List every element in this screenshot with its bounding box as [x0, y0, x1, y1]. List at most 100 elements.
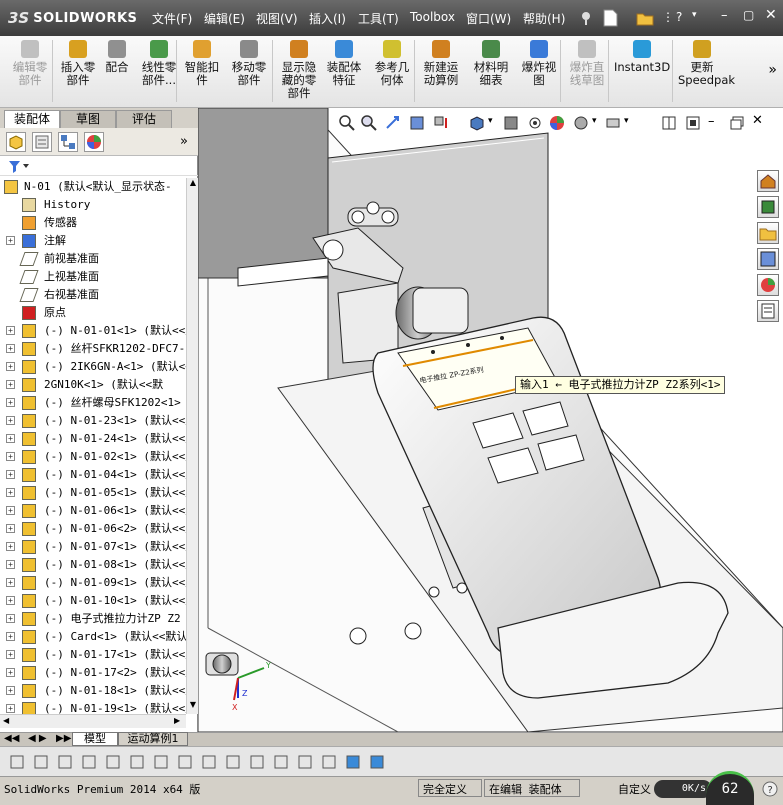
tree-item[interactable]: + (-) N-01-18<1> (默认<<默 [0, 682, 186, 700]
ribbon-button-13[interactable]: Instant3D [614, 40, 670, 74]
help-question-icon[interactable]: ? [676, 10, 682, 24]
tree-item[interactable]: 上视基准面 [0, 268, 186, 286]
status-custom[interactable]: 自定义 [618, 781, 651, 797]
tree-item[interactable]: + (-) N-01-19<1> (默认<<默 [0, 700, 186, 714]
rectangle-icon[interactable] [104, 753, 122, 771]
expand-toggle-icon[interactable]: + [6, 578, 15, 587]
expand-toggle-icon[interactable]: + [6, 488, 15, 497]
ribbon-button-10[interactable]: 材料明 细表 [469, 40, 513, 87]
ribbon-button-7[interactable]: 装配体 特征 [323, 40, 365, 87]
tree-item[interactable]: + (-) N-01-09<1> (默认<<默 [0, 574, 186, 592]
viewport-close-icon[interactable]: ✕ [752, 113, 763, 128]
solidworks-logo[interactable]: 3S SOLIDWORKS [8, 6, 137, 30]
menu-toolbox[interactable]: Toolbox [410, 10, 455, 24]
ribbon-button-0[interactable]: 编辑零 部件 [8, 40, 52, 87]
display-manager-icon[interactable] [84, 132, 104, 152]
smart-dimension-icon[interactable] [296, 753, 314, 771]
arc-icon[interactable] [128, 753, 146, 771]
tree-item[interactable]: 右视基准面 [0, 286, 186, 304]
zoom-to-fit-icon[interactable] [338, 114, 356, 132]
chevron-down-icon[interactable]: ▾ [488, 116, 493, 126]
options-icon[interactable]: ⋮ [662, 10, 674, 24]
tree-item[interactable]: + (-) N-01-01<1> (默认<<默 [0, 322, 186, 340]
tree-item[interactable]: 原点 [0, 304, 186, 322]
view-settings-icon[interactable] [604, 114, 622, 132]
menu-help[interactable]: 帮助(H) [523, 10, 565, 27]
help-icon[interactable]: ? [762, 781, 778, 797]
ribbon-button-11[interactable]: 爆炸视图 [519, 40, 559, 87]
tree-item[interactable]: + (-) N-01-17<2> (默认<<默 [0, 664, 186, 682]
expand-toggle-icon[interactable]: + [6, 326, 15, 335]
spline-icon[interactable] [56, 753, 74, 771]
ribbon-more-icon[interactable]: » [768, 62, 777, 78]
offset-icon[interactable] [176, 753, 194, 771]
expand-toggle-icon[interactable]: + [6, 524, 15, 533]
tree-item[interactable]: +2GN10K<1> (默认<<默 [0, 376, 186, 394]
expand-toggle-icon[interactable]: + [6, 686, 15, 695]
zoom-to-area-icon[interactable] [360, 114, 378, 132]
tree-item[interactable]: History [0, 196, 186, 214]
close-icon[interactable]: ✕ [765, 7, 777, 23]
tab-evaluate[interactable]: 评估 [116, 110, 172, 128]
edit-appearance-icon[interactable] [548, 114, 566, 132]
tree-item[interactable]: + (-) N-01-23<1> (默认<<默 [0, 412, 186, 430]
tree-item[interactable]: + (-) 电子式推拉力计ZP Z2 [0, 610, 186, 628]
ribbon-button-4[interactable]: 智能扣件 [182, 40, 222, 87]
ribbon-button-2[interactable]: 配合 [103, 40, 131, 74]
expand-toggle-icon[interactable]: + [6, 398, 15, 407]
hide-show-items-icon[interactable] [526, 114, 544, 132]
polygon-icon[interactable] [80, 753, 98, 771]
tab-assembly[interactable]: 装配体 [4, 110, 60, 128]
tree-item[interactable]: + (-) N-01-24<1> (默认<<默 [0, 430, 186, 448]
property-manager-icon[interactable] [32, 132, 52, 152]
ribbon-button-9[interactable]: 新建运 动算例 [419, 40, 463, 87]
file-explorer-icon[interactable] [757, 222, 779, 244]
custom-properties-icon[interactable] [757, 300, 779, 322]
ribbon-button-8[interactable]: 参考几 何体 [371, 40, 413, 87]
cube-icon[interactable] [368, 753, 386, 771]
tree-item[interactable]: + (-) N-01-04<1> (默认<<默 [0, 466, 186, 484]
convert-icon[interactable] [272, 753, 290, 771]
tree-item[interactable]: + (-) N-01-06<1> (默认<<默 [0, 502, 186, 520]
viewport-split-icon[interactable] [662, 116, 676, 130]
trim-icon[interactable] [152, 753, 170, 771]
expand-toggle-icon[interactable]: + [6, 560, 15, 569]
new-document-icon[interactable] [602, 9, 618, 27]
apply-scene-icon[interactable] [572, 114, 590, 132]
chevron-down-icon[interactable]: ▾ [592, 116, 597, 126]
viewport-minimize-icon[interactable]: – [708, 114, 715, 129]
tree-item[interactable]: + 注解 [0, 232, 186, 250]
tree-item[interactable]: + (-) 丝杆螺母SFK1202<1> [0, 394, 186, 412]
solidworks-resources-icon[interactable] [757, 170, 779, 192]
expand-toggle-icon[interactable]: + [6, 650, 15, 659]
tab-model[interactable]: 模型 [72, 732, 118, 746]
menu-insert[interactable]: 插入(I) [309, 10, 346, 27]
3d-box-icon[interactable] [344, 753, 362, 771]
minimize-icon[interactable]: – [721, 8, 728, 23]
expand-toggle-icon[interactable]: + [6, 668, 15, 677]
menu-edit[interactable]: 编辑(E) [204, 10, 245, 27]
graphics-viewport[interactable]: 电子推拉 ZP-Z2系列 Y X Z ▾ ▾ ▾ – ✕ [198, 108, 783, 732]
expand-toggle-icon[interactable]: + [6, 416, 15, 425]
tree-item[interactable]: + (-) N-01-08<1> (默认<<默 [0, 556, 186, 574]
tree-item[interactable]: + (-) 丝杆SFKR1202-DFC7-2 [0, 340, 186, 358]
viewport-restore-icon[interactable] [730, 116, 744, 130]
display-style-icon[interactable] [502, 114, 520, 132]
menu-window[interactable]: 窗口(W) [466, 10, 511, 27]
chevron-down-icon[interactable]: ▾ [624, 116, 629, 126]
filter-icon[interactable] [8, 160, 30, 174]
tab-nav-first-icon[interactable]: ◀◀ [4, 733, 19, 744]
tree-item[interactable]: + (-) N-01-10<1> (默认<<默 [0, 592, 186, 610]
tab-nav-prev-icon[interactable]: ◀ ▶ [28, 733, 47, 744]
previous-view-icon[interactable] [384, 114, 402, 132]
viewport-tile-icon[interactable] [686, 116, 700, 130]
expand-toggle-icon[interactable]: + [6, 506, 15, 515]
ribbon-button-1[interactable]: 插入零 部件 [58, 40, 98, 87]
view-orientation-icon[interactable] [468, 114, 486, 132]
expand-toggle-icon[interactable]: + [6, 704, 15, 713]
circle-icon[interactable] [32, 753, 50, 771]
ribbon-button-12[interactable]: 爆炸直 线草图 [566, 40, 608, 87]
appearances-scenes-icon[interactable] [757, 274, 779, 296]
restore-icon[interactable]: ▢ [743, 8, 754, 22]
expand-toggle-icon[interactable]: + [6, 380, 15, 389]
